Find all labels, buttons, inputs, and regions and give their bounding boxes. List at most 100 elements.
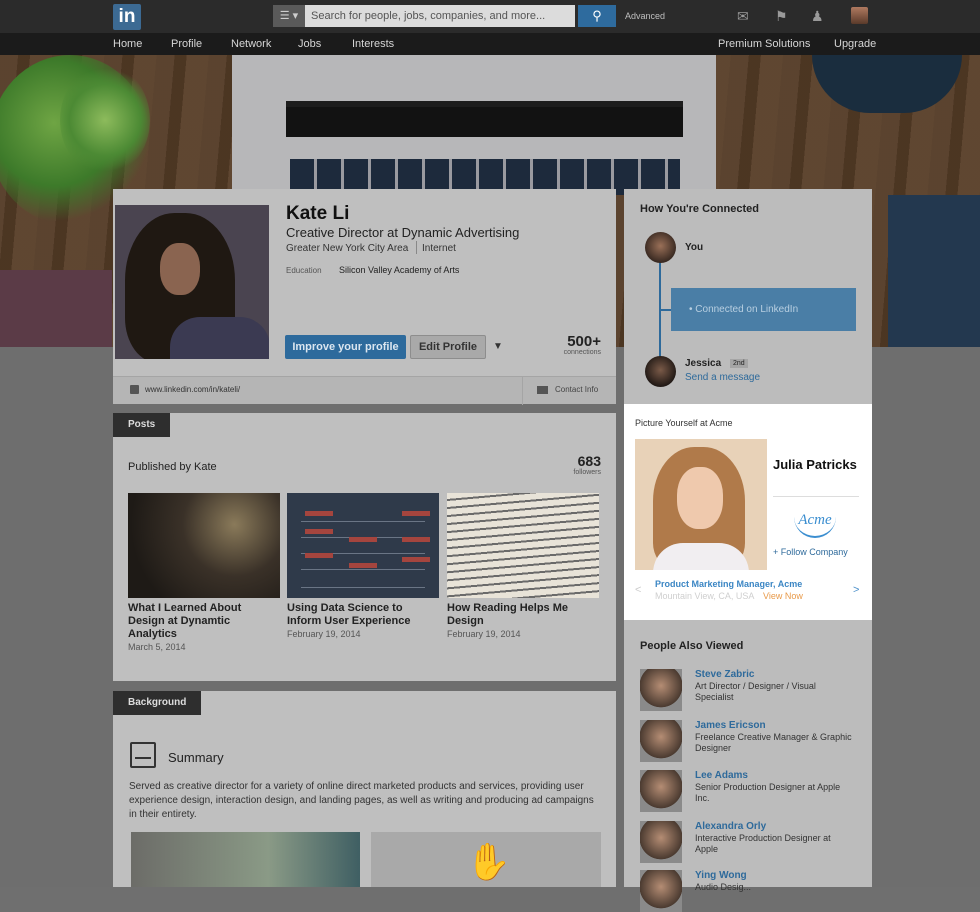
post-thumbnail[interactable] xyxy=(128,493,280,598)
connection-line xyxy=(659,249,661,364)
linkedin-icon xyxy=(130,385,139,394)
post-title[interactable]: Using Data Science to Inform User Experi… xyxy=(287,602,439,628)
degree-badge: 2nd xyxy=(730,359,748,368)
posts-section: Posts Published by Kate 683 followers Wh… xyxy=(113,413,616,681)
connections-count[interactable]: 500+ xyxy=(553,333,601,350)
search-button[interactable]: ⚲ xyxy=(578,5,616,27)
education-value[interactable]: Silicon Valley Academy of Arts xyxy=(339,265,459,275)
contact-card-icon xyxy=(537,386,548,394)
followers-count[interactable]: 683 xyxy=(553,453,601,469)
top-bar: in ☰ ▾ ⚲ Advanced ✉ ⚑ ♟ xyxy=(0,0,980,33)
search-menu-icon[interactable]: ☰ ▾ xyxy=(273,5,305,27)
background-tab: Background xyxy=(113,691,202,715)
nav-home[interactable]: Home xyxy=(113,38,142,50)
summary-media[interactable] xyxy=(131,832,360,887)
follow-company-button[interactable]: + Follow Company xyxy=(773,547,848,557)
ad-job-title[interactable]: Product Marketing Manager, Acme xyxy=(655,579,802,589)
background-section: Background Summary Served as creative di… xyxy=(113,691,616,887)
linkedin-logo[interactable]: in xyxy=(113,4,141,30)
post-date: February 19, 2014 xyxy=(287,629,361,639)
post-date: March 5, 2014 xyxy=(128,642,186,652)
nav-premium-solutions[interactable]: Premium Solutions xyxy=(718,38,810,50)
followers-label: followers xyxy=(573,469,601,476)
profile-name: Kate Li xyxy=(286,203,350,224)
profile-card: Kate Li Creative Director at Dynamic Adv… xyxy=(113,189,616,405)
chevron-left-icon[interactable]: < xyxy=(635,584,641,596)
search-group: ☰ ▾ xyxy=(273,5,575,27)
avatar[interactable] xyxy=(645,232,676,263)
connections-label: connections xyxy=(563,349,601,356)
search-input[interactable] xyxy=(305,5,575,27)
post-date: February 19, 2014 xyxy=(447,629,521,639)
summary-title: Summary xyxy=(168,750,224,765)
chevron-down-icon[interactable]: ▼ xyxy=(493,341,503,352)
contact-info-link[interactable]: Contact Info xyxy=(555,385,598,394)
post-thumbnail[interactable] xyxy=(447,493,599,598)
post-card[interactable]: How Reading Helps Me Design February 19,… xyxy=(447,493,599,639)
ad-job-location: Mountain View, CA, USA xyxy=(655,591,755,601)
profile-footer: www.linkedin.com/in/kateli/ Contact Info xyxy=(113,376,616,405)
avatar[interactable] xyxy=(645,356,676,387)
post-card[interactable]: Using Data Science to Inform User Experi… xyxy=(287,493,439,639)
profile-industry[interactable]: Internet xyxy=(422,243,456,254)
profile-location[interactable]: Greater New York City Area xyxy=(286,243,408,254)
connected-on-linkedin-box: • Connected on LinkedIn xyxy=(671,288,856,331)
hand-icon: ✋ xyxy=(466,841,511,882)
divider xyxy=(773,496,859,497)
ad-person-name[interactable]: Julia Patricks xyxy=(773,457,858,473)
divider xyxy=(522,377,523,405)
nav-profile[interactable]: Profile xyxy=(171,38,202,50)
post-title[interactable]: What I Learned About Design at Dynamtic … xyxy=(128,602,280,641)
posts-tab: Posts xyxy=(113,413,171,437)
company-ad-card: Picture Yourself at Acme Julia Patricks … xyxy=(624,404,872,620)
person-headline: Interactive Production Designer at Apple xyxy=(695,833,831,854)
divider xyxy=(416,241,417,254)
main-nav: Home Profile Network Jobs Interests Prem… xyxy=(0,33,980,55)
improve-profile-button[interactable]: Improve your profile xyxy=(285,335,406,359)
person-name[interactable]: Ying Wong xyxy=(695,870,747,881)
avatar[interactable] xyxy=(640,669,682,711)
mail-icon[interactable]: ✉ xyxy=(737,8,749,24)
person-headline: Freelance Creative Manager & Graphic Des… xyxy=(695,732,852,753)
view-now-link[interactable]: View Now xyxy=(763,591,803,601)
person-name[interactable]: James Ericson xyxy=(695,720,766,731)
connection-line xyxy=(661,309,671,311)
edit-profile-button[interactable]: Edit Profile xyxy=(410,335,486,359)
nav-interests[interactable]: Interests xyxy=(352,38,394,50)
search-icon: ⚲ xyxy=(592,8,602,23)
connection-name[interactable]: Jessica xyxy=(685,358,721,369)
post-card[interactable]: What I Learned About Design at Dynamtic … xyxy=(128,493,280,652)
person-headline: Audio Desig... xyxy=(695,882,752,892)
person-headline: Senior Production Designer at Apple Inc. xyxy=(695,782,841,803)
avatar[interactable] xyxy=(640,720,682,762)
person-name[interactable]: Steve Zabric xyxy=(695,669,754,680)
avatar[interactable] xyxy=(640,821,682,863)
ad-person-photo[interactable] xyxy=(635,439,767,570)
flag-icon[interactable]: ⚑ xyxy=(775,8,788,24)
avatar[interactable] xyxy=(640,870,682,912)
how-connected-title: How You're Connected xyxy=(640,203,759,215)
profile-photo[interactable] xyxy=(115,205,269,359)
summary-media[interactable]: ✋ xyxy=(371,832,601,887)
post-thumbnail[interactable] xyxy=(287,493,439,598)
send-message-link[interactable]: Send a message xyxy=(685,372,760,383)
profile-headline: Creative Director at Dynamic Advertising xyxy=(286,225,520,240)
advanced-search-link[interactable]: Advanced xyxy=(625,11,665,21)
public-profile-url[interactable]: www.linkedin.com/in/kateli/ xyxy=(145,385,240,394)
person-name[interactable]: Alexandra Orly xyxy=(695,821,766,832)
published-by-label: Published by Kate xyxy=(128,461,217,473)
nav-network[interactable]: Network xyxy=(231,38,271,50)
person-name[interactable]: Lee Adams xyxy=(695,770,748,781)
add-connection-icon[interactable]: ♟ xyxy=(811,8,824,24)
nav-upgrade[interactable]: Upgrade xyxy=(834,38,876,50)
ad-title: Picture Yourself at Acme xyxy=(635,418,733,428)
acme-logo[interactable]: Acme xyxy=(794,508,836,538)
account-avatar[interactable] xyxy=(851,7,868,24)
person-headline: Art Director / Designer / Visual Special… xyxy=(695,681,816,702)
post-title[interactable]: How Reading Helps Me Design xyxy=(447,602,599,628)
avatar[interactable] xyxy=(640,770,682,812)
education-label: Education xyxy=(286,266,322,275)
chevron-right-icon[interactable]: > xyxy=(853,584,859,596)
you-label: You xyxy=(685,242,704,253)
nav-jobs[interactable]: Jobs xyxy=(298,38,321,50)
